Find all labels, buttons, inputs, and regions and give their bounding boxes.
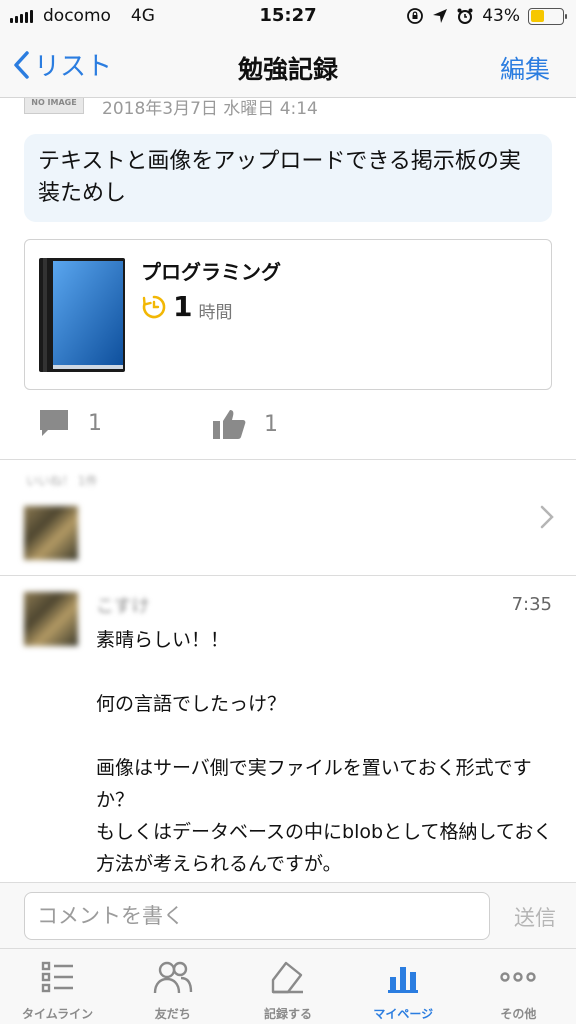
thumbs-up-icon	[213, 410, 246, 439]
list-icon	[41, 961, 73, 993]
battery-fill	[530, 10, 544, 22]
status-right: 43%	[406, 6, 567, 26]
tab-timeline[interactable]: タイムライン	[0, 949, 115, 1024]
study-hours-unit: 時間	[198, 303, 233, 323]
rotation-lock-icon	[407, 8, 424, 24]
commenter-name: こすけ	[96, 596, 150, 617]
friends-icon	[153, 961, 192, 994]
tab-label: タイムライン	[22, 1007, 94, 1021]
tab-label: その他	[500, 1007, 537, 1021]
study-material-card[interactable]: プログラミング 1 時間	[24, 239, 552, 390]
comment-input[interactable]	[24, 892, 490, 940]
tab-friends[interactable]: 友だち	[115, 949, 230, 1024]
book-title: プログラミング	[141, 260, 281, 284]
comment-icon	[40, 410, 68, 436]
post-text: テキストと画像をアップロードできる掲示板の実装ためし	[24, 134, 552, 222]
chevron-right-icon	[540, 505, 554, 529]
tab-record[interactable]: 記録する	[230, 949, 345, 1024]
more-icon	[500, 972, 537, 982]
tab-mypage[interactable]: マイページ	[346, 949, 461, 1024]
record-icon	[271, 961, 303, 994]
post-thumbnail: NO IMAGE	[24, 98, 84, 114]
comment-button[interactable]: 1	[38, 408, 102, 438]
like-count: 1	[264, 411, 278, 437]
action-row: 1 1	[0, 398, 576, 460]
comment-item: こすけ 7:35 素晴らしい！！ 何の言語でしたっけ？ 画像はサーバ側で実ファイ…	[0, 576, 576, 882]
book-cover-icon	[39, 258, 125, 372]
comment-time: 7:35	[511, 594, 552, 615]
like-button[interactable]: 1	[212, 408, 278, 440]
send-button[interactable]: 送信	[514, 902, 556, 932]
tab-label: マイページ	[373, 1007, 434, 1021]
commenter-avatar	[24, 592, 78, 646]
likes-row[interactable]: いいね！ 1件	[0, 460, 576, 576]
navigation-bar: リスト 勉強記録 編集	[0, 34, 576, 98]
location-icon	[433, 9, 448, 23]
tab-bar: タイムライン 友だち 記録する マイページ その他	[0, 948, 576, 1024]
comment-body: 素晴らしい！！ 何の言語でしたっけ？ 画像はサーバ側で実ファイルを置いておく形式…	[96, 629, 553, 875]
edit-button[interactable]: 編集	[500, 50, 550, 86]
tab-label: 友だち	[154, 1007, 191, 1021]
battery-percent: 43%	[482, 6, 520, 26]
clock-icon	[142, 295, 166, 318]
study-hours: 1	[173, 290, 193, 323]
liker-avatar	[24, 506, 78, 560]
tab-label: 記録する	[264, 1007, 313, 1021]
study-time: 1 時間	[141, 290, 232, 323]
post-detail-content[interactable]: NO IMAGE 2018年3月7日 水曜日 4:14 テキストと画像をアップロ…	[0, 98, 576, 882]
post-date: 2018年3月7日 水曜日 4:14	[102, 99, 318, 119]
page-title: 勉強記録	[237, 55, 338, 84]
tab-more[interactable]: その他	[461, 949, 576, 1024]
battery-icon	[528, 7, 567, 25]
comment-count: 1	[88, 410, 102, 436]
status-bar: docomo 4G 15:27 43%	[0, 0, 576, 34]
alarm-icon	[457, 8, 473, 24]
likes-label: いいね！ 1件	[26, 474, 98, 488]
comment-input-bar: 送信	[0, 882, 576, 948]
chart-icon	[388, 967, 419, 993]
